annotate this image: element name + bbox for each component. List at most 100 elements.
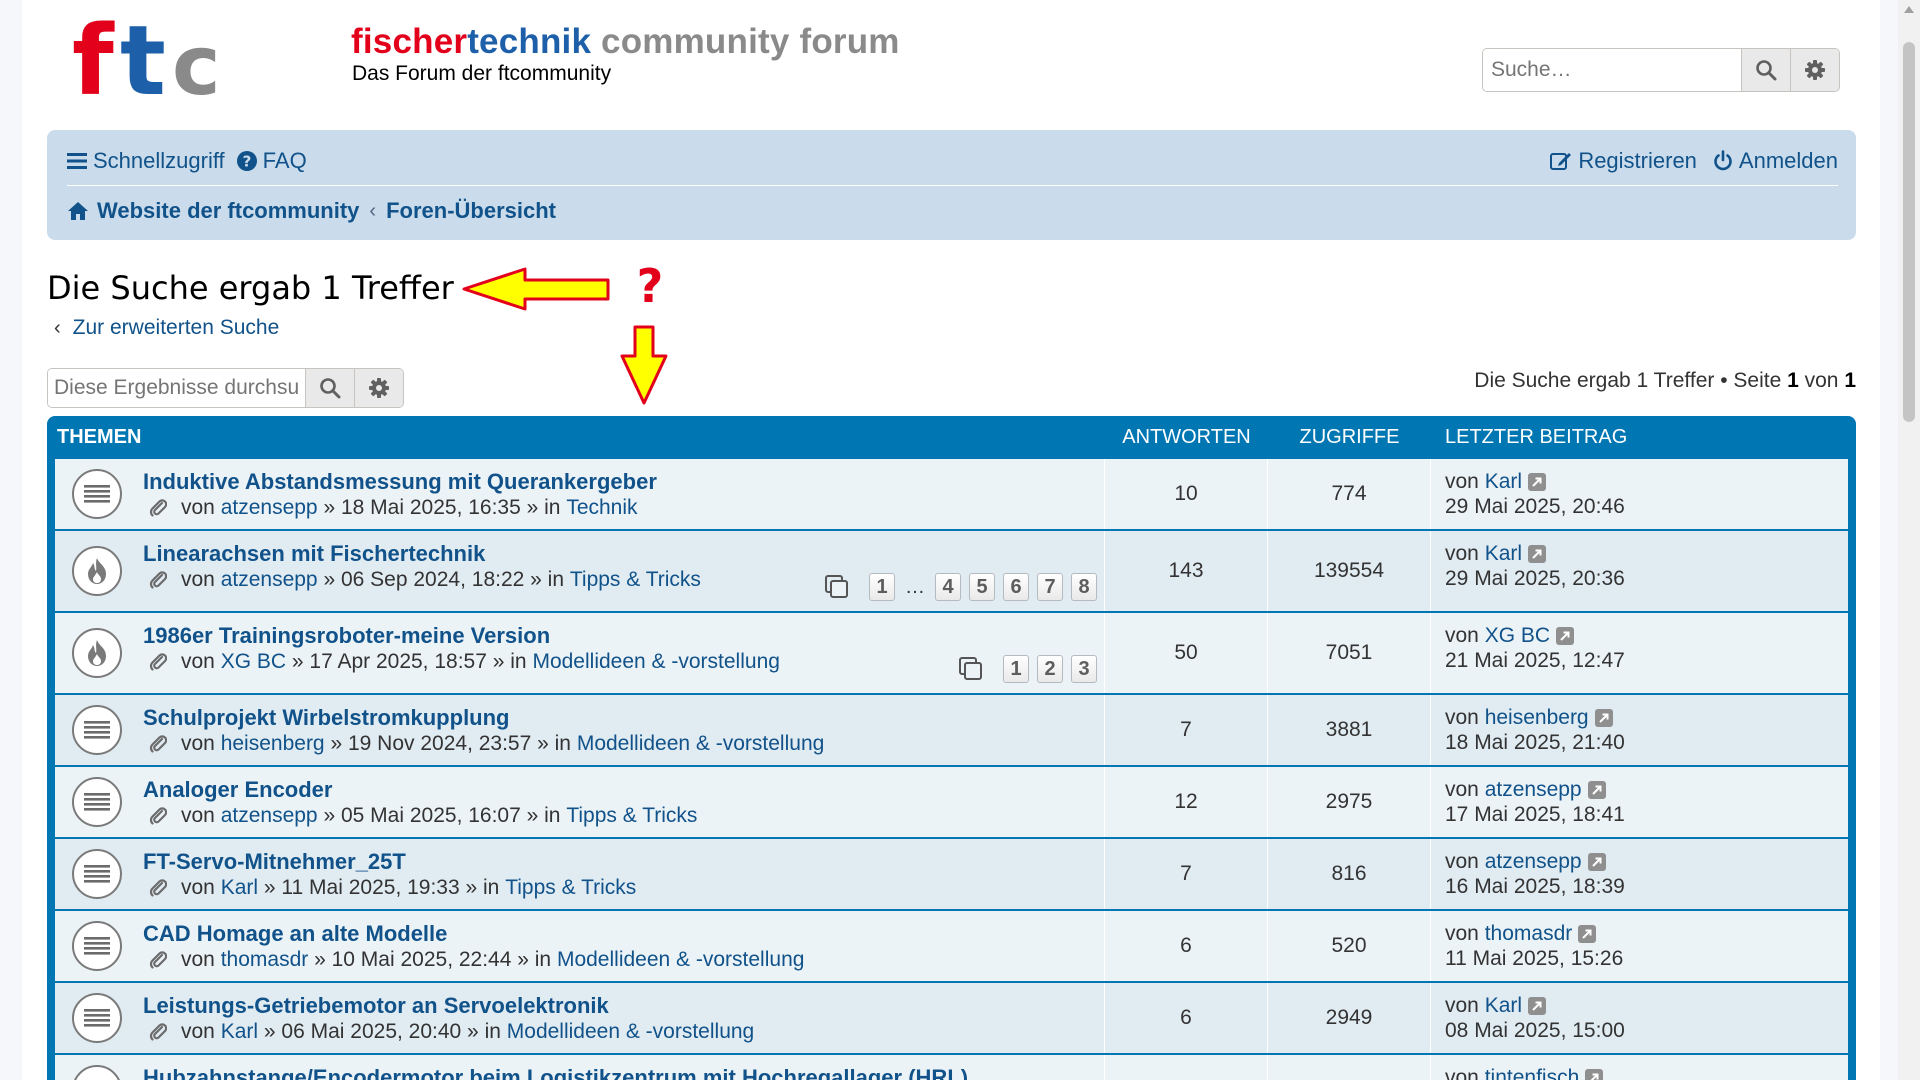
last-post-author-link[interactable]: thomasdr <box>1485 922 1573 945</box>
header-search <box>1482 48 1840 92</box>
hamburger-icon <box>67 153 87 169</box>
topic-title-link[interactable]: Linearachsen mit Fischertechnik <box>143 541 485 567</box>
topic-replies: 6 <box>1105 983 1268 1053</box>
topic-forum-link[interactable]: Modellideen & -vorstellung <box>532 650 779 674</box>
topic-author-link[interactable]: heisenberg <box>221 732 325 756</box>
last-post-date: 08 Mai 2025, 15:00 <box>1445 1019 1625 1042</box>
scroll-up-arrow-icon[interactable] <box>1904 6 1914 13</box>
topic-forum-link[interactable]: Modellideen & -vorstellung <box>577 732 824 756</box>
svg-text:?: ? <box>242 153 251 171</box>
results-options-button[interactable] <box>354 369 403 407</box>
goto-last-post-icon[interactable] <box>1594 709 1613 727</box>
ftc-logo[interactable]: f t c <box>72 12 232 102</box>
advanced-search-link[interactable]: ‹ Zur erweiterten Suche <box>54 316 279 340</box>
last-post-author-link[interactable]: atzensepp <box>1485 850 1582 873</box>
goto-last-post-icon[interactable] <box>1528 997 1547 1015</box>
header-search-input[interactable] <box>1483 49 1741 91</box>
login-link[interactable]: Anmelden <box>1713 148 1838 174</box>
results-search-input[interactable] <box>48 369 305 407</box>
topic-cell: Linearachsen mit Fischertechnik von atzen… <box>55 531 1105 611</box>
site-title[interactable]: fischertechnik community forum <box>351 22 900 62</box>
goto-last-post-icon[interactable] <box>1528 473 1547 491</box>
topic-forum-link[interactable]: Modellideen & -vorstellung <box>507 1020 754 1044</box>
topic-title-link[interactable]: Leistungs-Getriebemotor an Servoelektron… <box>143 993 609 1019</box>
topic-cell: Schulprojekt Wirbelstromkupplung von heis… <box>55 695 1105 765</box>
topic-title-link[interactable]: 1986er Trainingsroboter-meine Version <box>143 623 550 649</box>
page: f t c fischertechnik community forum Das… <box>22 0 1880 1080</box>
topic-status <box>72 705 122 755</box>
scrollbar[interactable] <box>1898 0 1920 1080</box>
topic-author-link[interactable]: atzensepp <box>221 496 318 520</box>
topic-title-link[interactable]: FT-Servo-Mitnehmer_25T <box>143 849 406 875</box>
topic-replies: 7 <box>1105 839 1268 909</box>
breadcrumb-home[interactable]: Website der ftcommunity <box>97 198 359 224</box>
goto-last-post-icon[interactable] <box>1587 853 1606 871</box>
topic-title-link[interactable]: Hubzahnstange/Encodermotor beim Logistik… <box>143 1065 968 1080</box>
topic-page-button[interactable]: 8 <box>1071 573 1097 601</box>
topic-forum-link[interactable]: Tipps & Tricks <box>570 568 701 592</box>
topic-page-button[interactable]: 6 <box>1003 573 1029 601</box>
topic-read-icon <box>84 937 110 955</box>
topic-page-button[interactable]: 5 <box>969 573 995 601</box>
goto-last-post-icon[interactable] <box>1578 925 1597 943</box>
faq-link[interactable]: ? FAQ <box>236 148 307 174</box>
results-search-button[interactable] <box>305 369 354 407</box>
paperclip-icon <box>149 879 167 897</box>
topic-page-button[interactable]: 2 <box>1037 655 1063 683</box>
site-title-fischer: fischer <box>351 22 468 61</box>
topic-author-link[interactable]: atzensepp <box>221 568 318 592</box>
topic-title-link[interactable]: CAD Homage an alte Modelle <box>143 921 447 947</box>
header-search-button[interactable] <box>1741 49 1790 91</box>
left-arrow-annotation <box>462 267 610 311</box>
question-circle-icon: ? <box>236 151 257 171</box>
topic-status <box>72 1065 122 1080</box>
topic-title-link[interactable]: Schulprojekt Wirbelstromkupplung <box>143 705 510 731</box>
last-post-date: 21 Mai 2025, 12:47 <box>1445 649 1625 672</box>
last-post-author-link[interactable]: tintenfisch <box>1485 1066 1580 1080</box>
topic-page-button[interactable]: 4 <box>935 573 961 601</box>
topic-views: 2949 <box>1268 983 1431 1053</box>
topic-row: Analoger Encoder von atzensepp » 05 Mai 2… <box>55 767 1848 839</box>
paperclip-icon <box>149 735 167 753</box>
last-post-author-link[interactable]: heisenberg <box>1485 706 1589 729</box>
register-link[interactable]: Registrieren <box>1550 148 1697 174</box>
quick-access-menu[interactable]: Schnellzugriff <box>67 148 225 174</box>
topic-author-link[interactable]: XG BC <box>221 650 286 674</box>
goto-last-post-icon[interactable] <box>1556 627 1575 645</box>
topic-author-link[interactable]: thomasdr <box>221 948 309 972</box>
goto-last-post-icon[interactable] <box>1528 545 1547 563</box>
goto-last-post-icon[interactable] <box>1585 1069 1604 1080</box>
topic-author-link[interactable]: Karl <box>221 876 258 900</box>
register-label: Registrieren <box>1578 148 1697 173</box>
last-post-author-link[interactable]: Karl <box>1485 470 1522 493</box>
topic-status <box>72 469 122 519</box>
last-post-author-link[interactable]: atzensepp <box>1485 778 1582 801</box>
topic-forum-link[interactable]: Technik <box>566 496 637 520</box>
topic-last-post: von XG BC 21 Mai 2025, 12:47 <box>1431 613 1625 693</box>
topic-title-link[interactable]: Analoger Encoder <box>143 777 332 803</box>
results-search <box>47 368 404 408</box>
topic-author-link[interactable]: atzensepp <box>221 804 318 828</box>
topic-title-link[interactable]: Induktive Abstandsmessung mit Querankerg… <box>143 469 657 495</box>
last-post-by: von <box>1445 470 1479 493</box>
scrollbar-thumb[interactable] <box>1903 42 1915 422</box>
header-advanced-search-button[interactable] <box>1790 49 1839 91</box>
last-post-author-link[interactable]: XG BC <box>1485 624 1550 647</box>
topic-views: 7051 <box>1268 613 1431 693</box>
last-post-author-link[interactable]: Karl <box>1485 994 1522 1017</box>
topic-forum-link[interactable]: Modellideen & -vorstellung <box>557 948 804 972</box>
topic-page-button[interactable]: 1 <box>869 573 895 601</box>
topic-page-button[interactable]: 7 <box>1037 573 1063 601</box>
topic-author-link[interactable]: Karl <box>221 1020 258 1044</box>
topic-page-button[interactable]: 3 <box>1071 655 1097 683</box>
breadcrumb-index[interactable]: Foren-Übersicht <box>386 198 556 224</box>
power-icon <box>1714 150 1732 171</box>
topic-forum-link[interactable]: Tipps & Tricks <box>566 804 697 828</box>
topic-list: Themen Antworten Zugriffe Letzter Beitra… <box>47 416 1856 1080</box>
last-post-author-link[interactable]: Karl <box>1485 542 1522 565</box>
topic-by: von <box>181 650 215 673</box>
topic-page-button[interactable]: 1 <box>1003 655 1029 683</box>
goto-last-post-icon[interactable] <box>1587 781 1606 799</box>
last-post-by: von <box>1445 624 1479 647</box>
topic-forum-link[interactable]: Tipps & Tricks <box>505 876 636 900</box>
